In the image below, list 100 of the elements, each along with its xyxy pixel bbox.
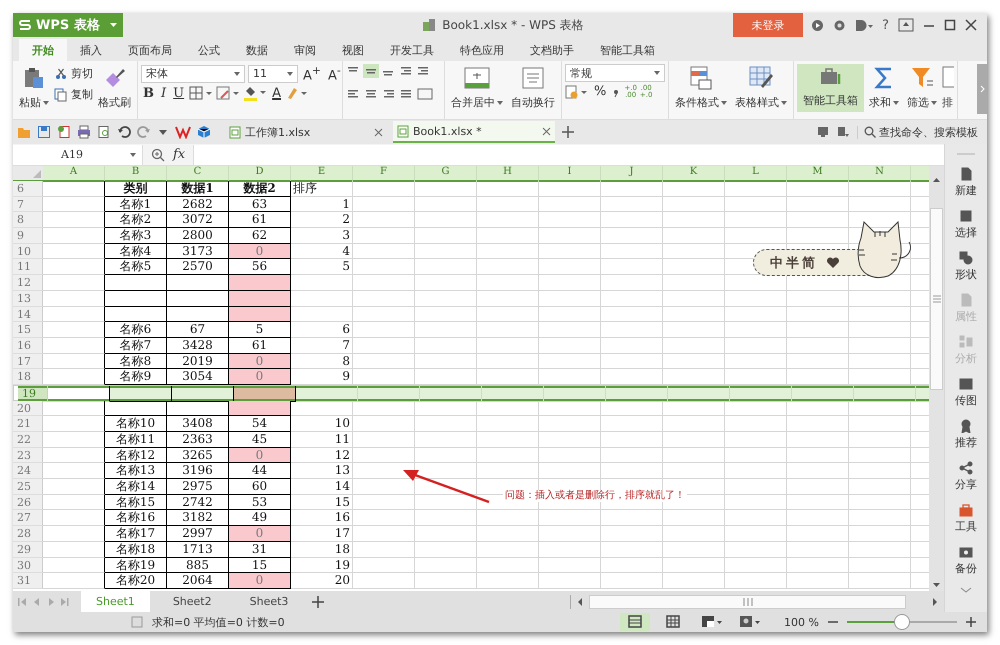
number-format-dropdown[interactable]: 常规 (565, 64, 665, 82)
column-header[interactable]: J (601, 166, 663, 182)
row-header[interactable]: 9 (13, 228, 43, 244)
menu-tab[interactable]: 开始 (19, 39, 67, 61)
column-header[interactable]: C (167, 166, 229, 182)
insert-function-button[interactable]: fx (173, 147, 186, 162)
column-header[interactable]: E (291, 166, 353, 182)
column-header[interactable]: G (415, 166, 477, 182)
sum-button[interactable]: 求和 (866, 64, 902, 112)
side-panel-button[interactable]: 新建 (955, 167, 977, 209)
row-header[interactable]: 29 (13, 542, 43, 558)
menu-tab[interactable]: 视图 (329, 39, 377, 61)
smart-toolbox-button[interactable]: 智能工具箱 (797, 64, 864, 112)
column-header[interactable]: F (353, 166, 415, 182)
menu-tab[interactable]: 审阅 (281, 39, 329, 61)
table-cell: 名称16 (105, 510, 167, 526)
side-panel-button[interactable]: 形状 (955, 251, 977, 293)
search-field[interactable]: 查找命令、搜索模板 (857, 126, 983, 138)
cut-button[interactable]: 剪切 (54, 66, 93, 81)
row-header[interactable]: 8 (13, 212, 43, 228)
filter-button[interactable]: 筛选 (904, 64, 940, 112)
sheet-tab[interactable]: Sheet1 (81, 591, 150, 612)
row-header[interactable]: 10 (13, 244, 43, 260)
table-cell: 12 (291, 448, 353, 464)
row-header[interactable]: 13 (13, 290, 43, 306)
row-header[interactable]: 24 (13, 463, 43, 480)
copy-button[interactable]: 复制 (54, 87, 93, 102)
menu-tab[interactable]: 页面布局 (115, 39, 185, 61)
row-header[interactable]: 27 (13, 510, 43, 526)
row-header[interactable]: 25 (13, 479, 43, 495)
row-header[interactable]: 18 (13, 369, 43, 385)
column-header[interactable]: M (787, 166, 849, 182)
font-style-button[interactable]: I (159, 86, 168, 101)
row-header[interactable]: 16 (13, 338, 43, 354)
format-painter-button[interactable]: 格式刷 (95, 64, 134, 112)
font-color-button[interactable]: A (270, 86, 284, 101)
menu-tab[interactable]: 文档助手 (517, 39, 587, 61)
document-tab[interactable]: Book1.xlsx * (393, 121, 555, 143)
menu-tab[interactable]: 特色应用 (447, 39, 517, 61)
zoom-level[interactable]: 100 % (784, 616, 819, 628)
row-header[interactable]: 23 (13, 448, 43, 464)
column-header[interactable]: K (663, 166, 725, 182)
table-cell: 4 (291, 244, 353, 260)
help-button[interactable]: ? (882, 18, 889, 32)
menu-tab[interactable]: 插入 (67, 39, 115, 61)
wrap-text-button[interactable]: 自动换行 (508, 64, 558, 112)
column-header[interactable]: H (477, 166, 539, 182)
column-header[interactable]: D (229, 166, 291, 182)
sheet-tab[interactable]: Sheet2 (158, 591, 227, 612)
menu-tab[interactable]: 智能工具箱 (587, 39, 668, 61)
row-header[interactable]: 15 (13, 322, 43, 338)
table-style-button[interactable]: 表格样式 (732, 64, 790, 112)
column-header[interactable]: L (725, 166, 787, 182)
row-header[interactable]: 30 (13, 558, 43, 574)
row-header[interactable]: 21 (13, 416, 43, 432)
merge-center-button[interactable]: 合并居中 (448, 64, 506, 112)
row-header[interactable]: 7 (13, 196, 43, 212)
sort-button[interactable]: 排 (942, 64, 954, 112)
row-header[interactable]: 17 (13, 354, 43, 370)
font-size-button[interactable]: A$^{+}$ (301, 64, 323, 84)
table-cell: 16 (291, 510, 353, 526)
menu-tab[interactable]: 公式 (185, 39, 233, 61)
table-cell: 5 (229, 322, 291, 338)
font-size-button[interactable]: A$^{-}$ (326, 64, 343, 84)
menu-tab[interactable]: 数据 (233, 39, 281, 61)
row-header[interactable]: 28 (13, 526, 43, 542)
row-header[interactable]: 31 (13, 573, 43, 589)
column-header[interactable]: B (105, 166, 167, 182)
side-panel-button[interactable]: 选择 (955, 209, 977, 251)
table-cell: 67 (167, 322, 229, 338)
sheet-tab[interactable]: Sheet3 (234, 591, 304, 612)
side-panel-button[interactable]: 传图 (955, 377, 977, 419)
row-header[interactable]: 12 (13, 275, 43, 291)
paste-button[interactable]: 粘贴 (16, 64, 52, 112)
font-size-dropdown[interactable]: 11 (248, 64, 298, 83)
document-tab[interactable]: 工作簿1.xlsx (225, 121, 387, 143)
side-panel-button[interactable]: 推荐 (955, 419, 977, 461)
column-header[interactable]: A (43, 166, 105, 182)
window-title: Book1.xlsx * - WPS 表格 (442, 16, 584, 34)
column-header[interactable]: I (539, 166, 601, 182)
font-style-button[interactable]: B (141, 86, 156, 101)
percent-button[interactable]: % (592, 84, 608, 99)
row-header[interactable]: 14 (13, 306, 43, 322)
app-menu-button[interactable]: WPS 表格 (13, 13, 123, 37)
side-panel-button[interactable]: 分享 (955, 461, 977, 503)
side-panel-button[interactable]: 备份 (955, 545, 977, 587)
conditional-format-button[interactable]: 条件格式 (672, 64, 730, 112)
row-header[interactable]: 22 (13, 432, 43, 448)
side-panel-button[interactable]: 工具 (955, 503, 977, 545)
login-button[interactable]: 未登录 (733, 13, 804, 37)
row-header[interactable]: 11 (13, 259, 43, 276)
name-box[interactable]: A19 (13, 144, 143, 164)
row-header[interactable]: 20 (13, 400, 43, 416)
row-header[interactable]: 19 (18, 386, 48, 402)
row-header[interactable]: 26 (13, 494, 43, 510)
row-header[interactable]: 6 (13, 181, 43, 197)
menu-tab[interactable]: 开发工具 (377, 39, 447, 61)
column-header[interactable]: N (849, 166, 911, 182)
font-style-button[interactable]: U (171, 86, 186, 101)
font-family-dropdown[interactable]: 宋体 (141, 64, 245, 83)
